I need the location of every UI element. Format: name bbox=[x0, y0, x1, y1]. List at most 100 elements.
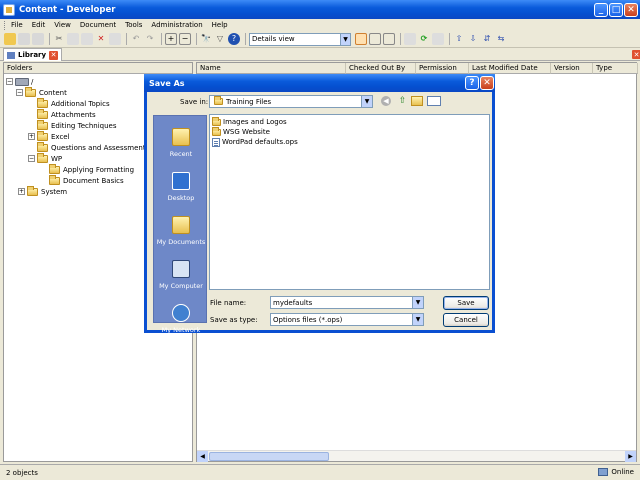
menu-view[interactable]: View bbox=[54, 21, 71, 29]
dialog-title: Save As bbox=[149, 78, 185, 88]
menu-help[interactable]: Help bbox=[212, 21, 228, 29]
chevron-down-icon[interactable]: ▼ bbox=[412, 314, 423, 325]
split-vertical-icon[interactable] bbox=[383, 33, 395, 45]
menu-administration[interactable]: Administration bbox=[151, 21, 202, 29]
dialog-title-bar[interactable]: Save As bbox=[144, 74, 495, 92]
collapse-icon[interactable]: − bbox=[6, 78, 13, 85]
file-item-images-and-logos[interactable]: Images and Logos bbox=[212, 116, 287, 127]
new-folder-icon[interactable] bbox=[411, 96, 423, 106]
paste-icon[interactable] bbox=[81, 33, 93, 45]
save-in-combo[interactable]: Training Files ▼ bbox=[209, 95, 373, 108]
column-header-last-modified[interactable]: Last Modified Date bbox=[469, 63, 551, 74]
tree-node-wp[interactable]: − WP bbox=[28, 152, 62, 164]
tab-library[interactable]: Library ✕ bbox=[3, 48, 63, 61]
save-button[interactable]: Save bbox=[443, 296, 489, 310]
dialog-close-button[interactable]: ✕ bbox=[480, 76, 494, 90]
horizontal-scrollbar[interactable]: ◀ ▶ bbox=[197, 450, 636, 462]
save-type-select[interactable]: Options files (*.ops) ▼ bbox=[270, 313, 424, 326]
close-pane-icon[interactable]: ✕ bbox=[632, 50, 640, 59]
chevron-down-icon[interactable]: ▼ bbox=[412, 297, 423, 308]
cut-icon[interactable]: ✂ bbox=[53, 33, 65, 45]
place-label: My Computer bbox=[159, 282, 203, 290]
tree-node-root[interactable]: − / bbox=[6, 76, 33, 87]
place-my-computer[interactable]: My Computer bbox=[154, 248, 208, 292]
link-icon[interactable]: ⇆ bbox=[495, 33, 507, 45]
tree-node-label: System bbox=[41, 187, 68, 196]
print-icon[interactable] bbox=[32, 33, 44, 45]
tree-node-label: / bbox=[31, 77, 34, 86]
up-folder-icon[interactable]: ⇧ bbox=[397, 95, 408, 106]
file-name-field[interactable]: mydefaults ▼ bbox=[270, 296, 424, 309]
place-my-documents[interactable]: My Documents bbox=[154, 204, 208, 248]
open-folder-icon[interactable] bbox=[4, 33, 16, 45]
refresh-icon[interactable]: ⟳ bbox=[418, 33, 430, 45]
copy-icon[interactable] bbox=[67, 33, 79, 45]
column-header-checked-out-by[interactable]: Checked Out By bbox=[346, 63, 416, 74]
cancel-button[interactable]: Cancel bbox=[443, 313, 489, 327]
back-icon[interactable]: ◀ bbox=[381, 96, 391, 106]
place-recent[interactable]: Recent bbox=[154, 116, 208, 160]
expand-icon[interactable]: + bbox=[28, 133, 35, 140]
menu-tools[interactable]: Tools bbox=[125, 21, 142, 29]
filter-icon[interactable]: ▽ bbox=[214, 33, 226, 45]
tree-node-additional-topics[interactable]: Additional Topics bbox=[37, 97, 110, 109]
collapse-icon[interactable]: − bbox=[179, 33, 191, 45]
tree-node-excel[interactable]: + Excel bbox=[28, 130, 70, 142]
expand-icon[interactable]: + bbox=[18, 188, 25, 195]
redo-icon[interactable]: ↷ bbox=[144, 33, 156, 45]
tree-node-editing-techniques[interactable]: Editing Techniques bbox=[37, 119, 117, 131]
column-header-permission[interactable]: Permission bbox=[416, 63, 469, 74]
window-title-bar[interactable]: Content - Developer bbox=[0, 0, 640, 19]
tree-node-system[interactable]: + System bbox=[18, 185, 68, 197]
save-icon[interactable] bbox=[18, 33, 30, 45]
view-combo[interactable]: Details view ▼ bbox=[249, 32, 351, 46]
column-header-version[interactable]: Version bbox=[551, 63, 593, 74]
scroll-thumb[interactable] bbox=[209, 452, 329, 461]
move-icon[interactable]: ⇵ bbox=[481, 33, 493, 45]
folder-icon bbox=[37, 141, 48, 152]
properties-icon[interactable] bbox=[109, 33, 121, 45]
column-header-type[interactable]: Type bbox=[593, 63, 638, 74]
undo-icon[interactable]: ↶ bbox=[130, 33, 142, 45]
details-view-icon[interactable] bbox=[355, 33, 367, 45]
find-icon[interactable]: 🔭 bbox=[200, 33, 212, 45]
close-icon[interactable]: ✕ bbox=[49, 50, 59, 60]
scroll-left-icon[interactable]: ◀ bbox=[197, 451, 208, 462]
place-my-network[interactable]: My Network bbox=[154, 292, 208, 336]
tree-node-applying-formatting[interactable]: Applying Formatting bbox=[49, 163, 134, 175]
tree-node-attachments[interactable]: Attachments bbox=[37, 108, 96, 120]
publish-icon[interactable] bbox=[404, 33, 416, 45]
collapse-icon[interactable]: − bbox=[16, 89, 23, 96]
check-out-icon[interactable]: ⇩ bbox=[467, 33, 479, 45]
chevron-down-icon[interactable]: ▼ bbox=[361, 96, 372, 107]
chevron-down-icon[interactable]: ▼ bbox=[340, 33, 350, 45]
tree-node-content[interactable]: − Content bbox=[16, 86, 67, 98]
maximize-button[interactable]: □ bbox=[609, 3, 623, 17]
check-in-icon[interactable]: ⇧ bbox=[453, 33, 465, 45]
delete-icon[interactable]: ✕ bbox=[95, 33, 107, 45]
split-horizontal-icon[interactable] bbox=[369, 33, 381, 45]
status-object-count: 2 objects bbox=[6, 468, 38, 477]
help-icon[interactable]: ? bbox=[228, 33, 240, 45]
menu-edit[interactable]: Edit bbox=[32, 21, 46, 29]
column-header-name[interactable]: Name bbox=[197, 63, 346, 74]
menu-document[interactable]: Document bbox=[80, 21, 116, 29]
help-button[interactable]: ? bbox=[465, 76, 479, 90]
scroll-right-icon[interactable]: ▶ bbox=[625, 451, 636, 462]
minimize-button[interactable]: _ bbox=[594, 3, 608, 17]
file-item-wsg-website[interactable]: WSG Website bbox=[212, 126, 270, 137]
close-button[interactable]: ✕ bbox=[624, 3, 638, 17]
doc-icon[interactable] bbox=[432, 33, 444, 45]
file-item-label: Images and Logos bbox=[223, 118, 287, 126]
file-item-wordpad-defaults[interactable]: WordPad defaults.ops bbox=[212, 137, 298, 147]
menu-file[interactable]: File bbox=[11, 21, 23, 29]
expand-icon[interactable]: + bbox=[165, 33, 177, 45]
tree-node-questions[interactable]: Questions and Assessments bbox=[37, 141, 149, 153]
place-label: My Network bbox=[161, 326, 201, 334]
view-menu-icon[interactable] bbox=[427, 96, 441, 106]
collapse-icon[interactable]: − bbox=[28, 155, 35, 162]
online-label: Online bbox=[611, 468, 634, 476]
place-desktop[interactable]: Desktop bbox=[154, 160, 208, 204]
tree-node-label: Attachments bbox=[51, 110, 96, 119]
tree-node-document-basics[interactable]: Document Basics bbox=[49, 174, 124, 186]
